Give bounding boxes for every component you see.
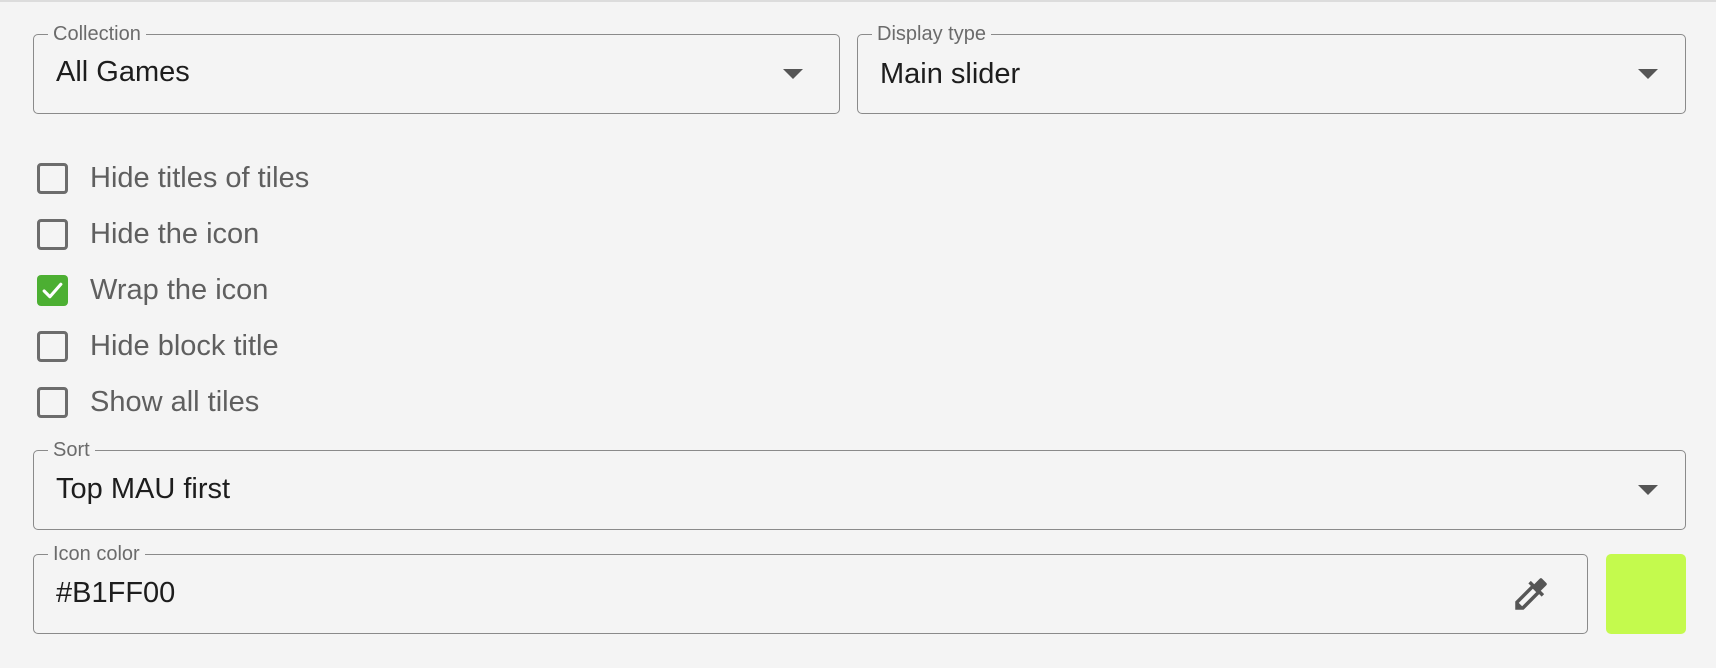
checkbox-label: Hide titles of tiles [90,161,310,194]
icon-color-value[interactable]: #B1FF00 [56,576,175,610]
option-hide-titles-of-tiles[interactable]: Hide titles of tiles [37,158,309,198]
chevron-down-icon [1638,69,1658,79]
option-wrap-the-icon[interactable]: Wrap the icon [37,270,268,310]
icon-color-field[interactable]: Icon color #B1FF00 [33,542,1588,634]
collection-select[interactable]: Collection All Games [33,22,840,114]
display-type-select[interactable]: Display type Main slider [857,22,1686,114]
checkbox-label: Hide the icon [90,217,260,250]
checkbox[interactable] [37,274,68,306]
checkbox[interactable] [37,386,68,418]
sort-select[interactable]: Sort Top MAU first [33,438,1686,530]
option-hide-the-icon[interactable]: Hide the icon [37,214,259,254]
checkbox-label: Show all tiles [90,385,260,418]
checkbox[interactable] [37,330,68,362]
checkmark-icon [42,282,63,298]
icon-color-label: Icon color [48,542,145,566]
option-hide-block-title[interactable]: Hide block title [37,326,279,366]
display-type-label: Display type [872,22,991,46]
checkbox[interactable] [37,162,68,194]
display-type-value: Main slider [880,58,1021,90]
chevron-down-icon [1638,485,1658,495]
checkbox-label: Hide block title [90,329,279,362]
sort-label: Sort [48,438,95,462]
chevron-down-icon [783,69,803,79]
collection-label: Collection [48,22,146,46]
eyedropper-icon[interactable] [1510,573,1552,615]
option-show-all-tiles[interactable]: Show all tiles [37,382,259,422]
checkbox-label: Wrap the icon [90,273,269,306]
top-divider [0,0,1716,2]
checkbox[interactable] [37,218,68,250]
sort-value: Top MAU first [56,473,231,505]
collection-value: All Games [56,56,190,88]
icon-color-swatch[interactable] [1606,554,1686,634]
